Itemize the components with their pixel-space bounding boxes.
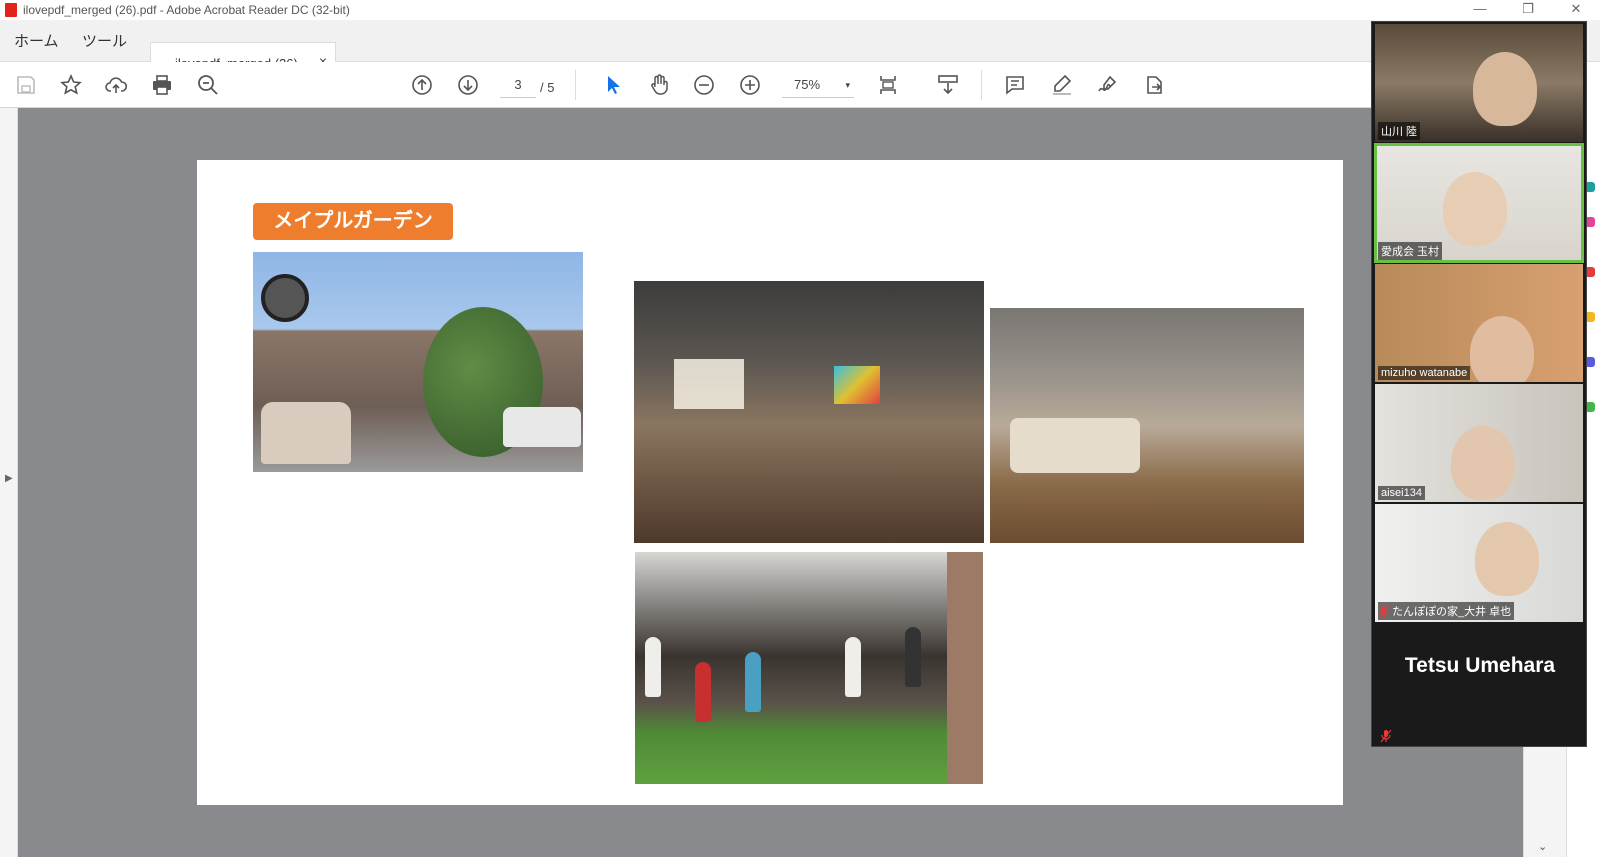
save-icon[interactable] — [14, 73, 38, 97]
participant-tile[interactable]: たんぽぽの家_大井 卓也 — [1375, 504, 1583, 622]
left-panel-toggle[interactable]: ▶ — [0, 108, 18, 857]
participant-name: 愛成会 玉村 — [1378, 242, 1443, 260]
toolbar-divider — [575, 70, 576, 100]
participant-video — [1473, 52, 1537, 126]
parked-van — [503, 407, 581, 447]
slide-title: メイプルガーデン — [253, 203, 453, 240]
muted-mic-icon — [1380, 730, 1392, 742]
zoom-in-icon[interactable] — [738, 73, 762, 97]
sign-icon[interactable] — [1096, 73, 1120, 97]
star-icon[interactable] — [59, 73, 83, 97]
wall-artwork — [834, 366, 880, 404]
brick-wall — [947, 552, 983, 784]
minimize-button[interactable]: — — [1456, 0, 1504, 20]
zoom-value: 75% — [794, 77, 821, 92]
page-number-input[interactable]: 3 — [500, 72, 536, 98]
pdf-page: メイプルガーデン — [197, 160, 1343, 805]
share-icon[interactable] — [1142, 73, 1166, 97]
search-zoom-icon[interactable] — [196, 73, 220, 97]
zoom-out-icon[interactable] — [692, 73, 716, 97]
interior-lounge-photo — [634, 281, 984, 543]
previous-page-icon[interactable] — [410, 73, 434, 97]
participant-tile-active[interactable]: 愛成会 玉村 — [1374, 143, 1584, 263]
next-page-icon[interactable] — [456, 73, 480, 97]
comment-icon[interactable] — [1003, 73, 1027, 97]
menu-tools[interactable]: ツール — [82, 30, 127, 51]
participant-name: aisei134 — [1378, 486, 1425, 500]
participant-name: 山川 陸 — [1378, 122, 1421, 140]
page-fit-icon[interactable] — [876, 73, 900, 97]
participant-tile[interactable]: 山川 陸 — [1375, 24, 1583, 142]
traffic-mirror — [261, 274, 309, 322]
participant-video — [1470, 316, 1534, 382]
window-controls: — ❐ ✕ — [1456, 0, 1600, 20]
page-total: / 5 — [540, 80, 555, 95]
person — [905, 627, 921, 687]
expand-panel-icon[interactable]: ▶ — [5, 473, 13, 484]
restore-button[interactable]: ❐ — [1504, 0, 1552, 20]
video-participants-panel: 山川 陸 愛成会 玉村 mizuho watanabe aisei134 たんぽ… — [1371, 21, 1587, 747]
participant-tile[interactable]: mizuho watanabe — [1375, 264, 1583, 382]
window-titlebar: ilovepdf_merged (26).pdf - Adobe Acrobat… — [0, 0, 1600, 20]
person — [845, 637, 861, 697]
muted-mic-icon — [1379, 606, 1389, 618]
acrobat-icon — [5, 3, 17, 17]
select-cursor-icon[interactable] — [601, 73, 625, 97]
participant-name: mizuho watanabe — [1378, 366, 1471, 380]
zoom-select[interactable]: 75% ▾ — [782, 72, 854, 98]
participant-name-video-off: Tetsu Umehara — [1404, 654, 1556, 677]
sofa — [1010, 418, 1140, 473]
participant-video — [1475, 522, 1539, 596]
parked-car — [261, 402, 351, 464]
scroll-mode-icon[interactable] — [936, 73, 960, 97]
toolbar: 3 / 5 75% ▾ — [0, 62, 1600, 108]
garden-gathering-photo — [635, 552, 983, 784]
participant-video — [1451, 426, 1515, 500]
building-exterior-photo — [253, 252, 583, 472]
close-window-button[interactable]: ✕ — [1552, 0, 1600, 20]
highlight-pen-icon[interactable] — [1050, 73, 1074, 97]
participant-name: たんぽぽの家_大井 卓也 — [1378, 602, 1515, 620]
person — [645, 637, 661, 697]
participant-video — [1443, 172, 1507, 246]
toolbar-divider — [981, 70, 982, 100]
window-light — [674, 359, 744, 409]
scroll-down-icon[interactable]: ⌄ — [1538, 840, 1547, 853]
chevron-down-icon: ▾ — [845, 80, 850, 90]
person — [745, 652, 761, 712]
person — [695, 662, 711, 722]
upload-cloud-icon[interactable] — [104, 73, 128, 97]
menu-bar: ホーム ツール ilovepdf_merged (26).... × — [0, 20, 1600, 83]
print-icon[interactable] — [150, 73, 174, 97]
window-title: ilovepdf_merged (26).pdf - Adobe Acrobat… — [23, 3, 350, 17]
interior-room-photo — [990, 308, 1304, 543]
hand-tool-icon[interactable] — [647, 73, 671, 97]
participant-tile[interactable]: aisei134 — [1375, 384, 1583, 502]
menu-home[interactable]: ホーム — [14, 30, 59, 51]
